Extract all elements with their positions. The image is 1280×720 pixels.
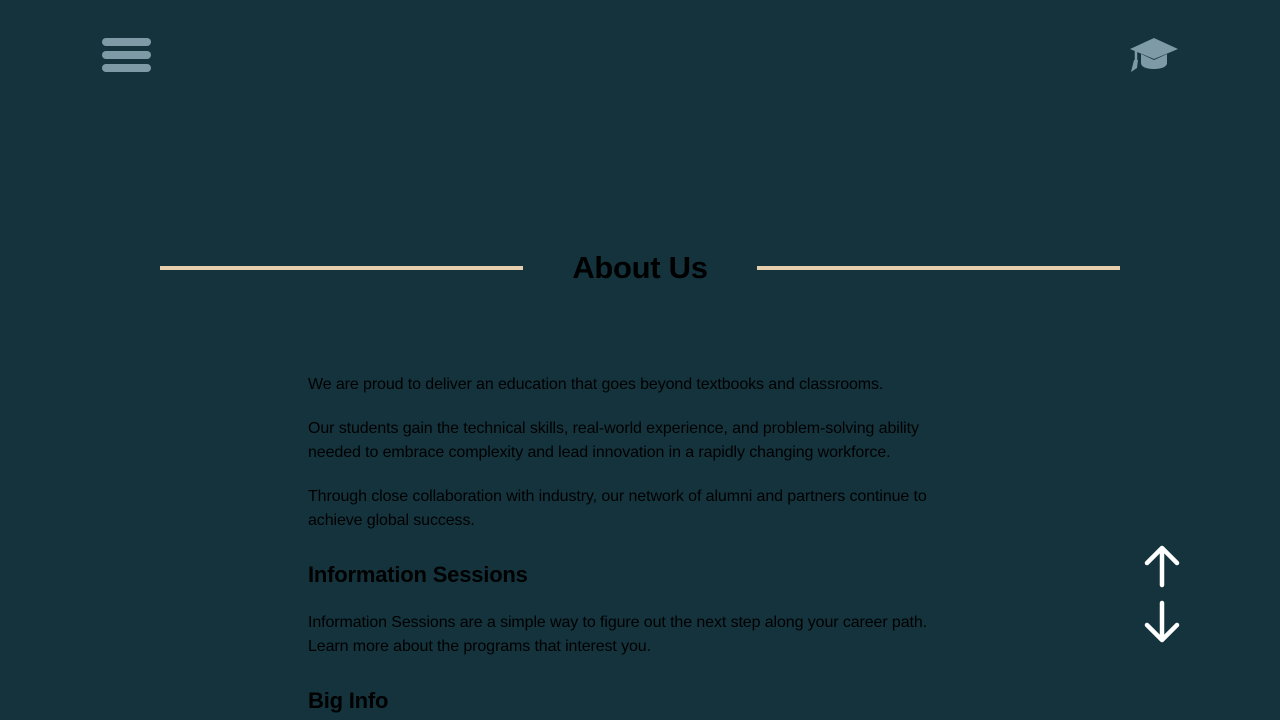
about-page: About Us We are proud to deliver an educ… [0,0,1280,720]
menu-bar [102,64,151,72]
collaboration-paragraph: Through close collaboration with industr… [308,488,927,529]
heading-divider-left [160,266,523,270]
information-sessions-heading: Information Sessions [308,562,528,587]
graduation-cap-icon[interactable] [1128,36,1180,76]
arrow-down-icon [1144,600,1180,643]
heading-divider-right [757,266,1120,270]
about-content: We are proud to deliver an education tha… [308,373,948,720]
hamburger-menu-icon[interactable] [102,37,151,73]
arrow-up-icon [1144,545,1180,588]
menu-bar [102,38,151,46]
skills-paragraph: Our students gain the technical skills, … [308,420,919,461]
scroll-up-button[interactable] [1140,544,1184,588]
scroll-controls [1140,544,1184,646]
scroll-down-button[interactable] [1140,600,1184,644]
section-header: About Us [160,248,1120,292]
information-sessions-text: Information Sessions are a simple way to… [308,614,927,655]
menu-bar [102,51,151,59]
big-info-heading: Big Info [308,688,389,713]
page-title: About Us [572,250,708,285]
graduation-cap-svg [1130,38,1178,72]
intro-paragraph: We are proud to deliver an education tha… [308,376,884,393]
